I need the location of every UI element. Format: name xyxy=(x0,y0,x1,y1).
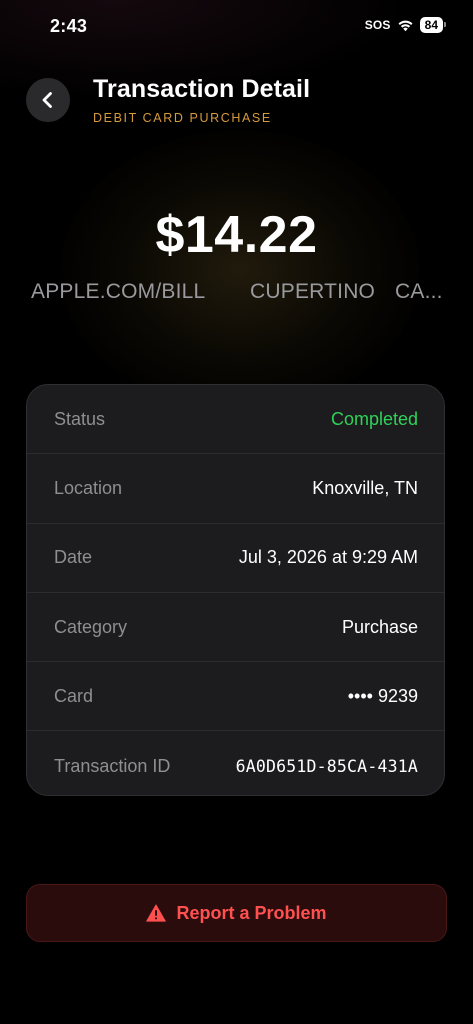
merchant-state: CA... xyxy=(395,280,443,303)
detail-row-status: Status Completed xyxy=(27,385,444,455)
detail-row-location: Location Knoxville, TN xyxy=(27,454,444,524)
card-value: •••• 9239 xyxy=(347,685,418,706)
report-problem-label: Report a Problem xyxy=(176,902,327,923)
detail-label: Date xyxy=(54,547,93,568)
transaction-id-value[interactable]: 6A0D651D-85CA-431A xyxy=(236,757,418,776)
background-glow xyxy=(60,130,420,410)
detail-label: Location xyxy=(54,477,123,498)
transaction-amount: $14.22 xyxy=(155,206,318,264)
merchant-line: APPLE.COM/BILL CUPERTINO CA... xyxy=(31,280,451,308)
page-subtitle: DEBIT CARD PURCHASE xyxy=(93,111,272,125)
back-button[interactable] xyxy=(26,78,70,122)
location-value: Knoxville, TN xyxy=(312,477,418,498)
merchant-city: CUPERTINO xyxy=(250,280,376,303)
category-value: Purchase xyxy=(341,616,418,637)
status-bar: 2:43 SOS 84 xyxy=(0,0,473,54)
details-card: Status Completed Location Knoxville, TN … xyxy=(26,384,445,796)
battery-indicator: 84 xyxy=(419,17,447,33)
detail-row-transaction-id: Transaction ID 6A0D651D-85CA-431A xyxy=(27,731,444,795)
wifi-icon xyxy=(398,20,413,32)
detail-label: Status xyxy=(54,408,106,429)
detail-label: Category xyxy=(54,616,128,637)
sos-indicator: SOS xyxy=(364,18,391,32)
date-value: Jul 3, 2026 at 9:29 AM xyxy=(238,547,418,568)
status-indicators: SOS 84 xyxy=(364,17,447,33)
warning-triangle-icon xyxy=(146,904,167,922)
status-time: 2:43 xyxy=(50,16,88,36)
merchant-name: APPLE.COM/BILL xyxy=(31,280,206,303)
status-value: Completed xyxy=(330,408,418,429)
detail-label: Card xyxy=(54,685,94,706)
detail-label: Transaction ID xyxy=(54,755,171,776)
detail-row-card: Card •••• 9239 xyxy=(27,662,444,732)
page-title: Transaction Detail xyxy=(93,75,311,103)
detail-row-category: Category Purchase xyxy=(27,593,444,663)
detail-row-date: Date Jul 3, 2026 at 9:29 AM xyxy=(27,524,444,593)
chevron-left-icon xyxy=(42,92,52,108)
report-problem-button[interactable]: Report a Problem xyxy=(26,884,447,942)
